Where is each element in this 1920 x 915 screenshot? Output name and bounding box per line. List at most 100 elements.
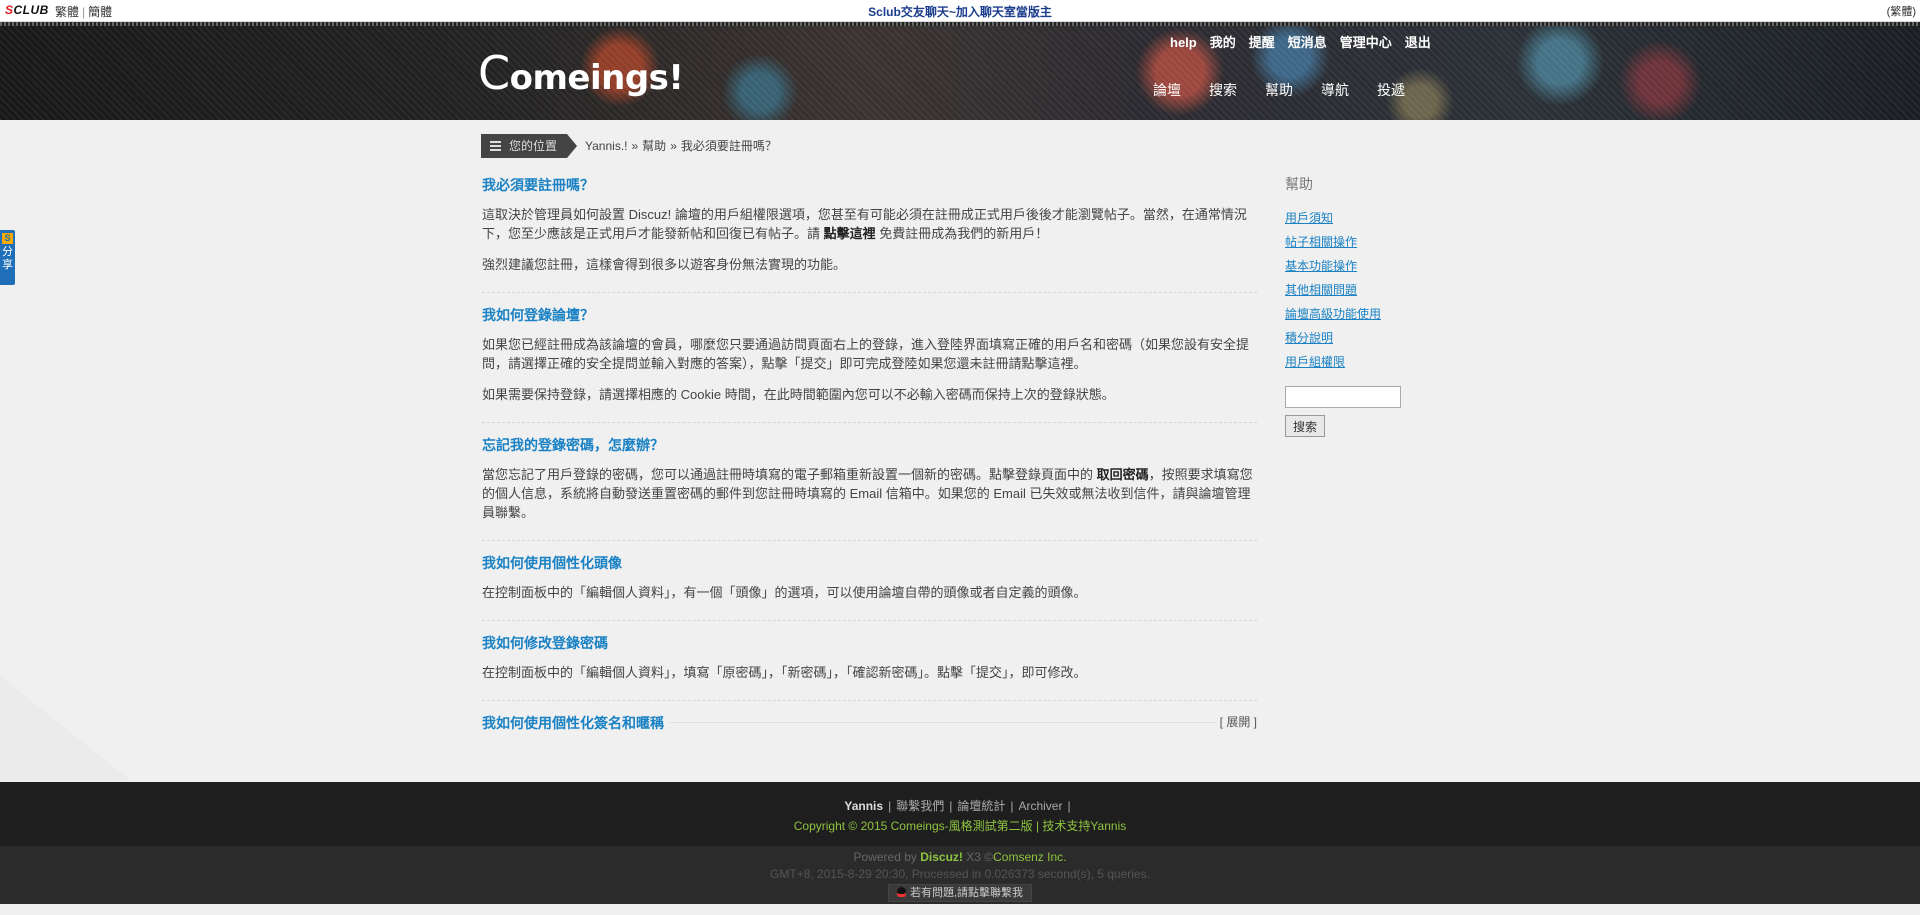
powered-prefix: Powered by (853, 850, 921, 864)
logo-text: omeings! (509, 58, 684, 98)
share-tab[interactable]: S 分享 (0, 230, 15, 285)
breadcrumb-home-link[interactable]: Yannis.! (585, 139, 627, 153)
list-icon (490, 141, 501, 151)
lang-separator: | (82, 5, 86, 19)
share-badge-icon: S (2, 233, 13, 244)
user-link-mine[interactable]: 我的 (1210, 35, 1236, 50)
sidebar-link-basic-functions[interactable]: 基本功能操作 (1285, 258, 1425, 274)
logo-prefix: S (5, 3, 14, 17)
user-link-reminders[interactable]: 提醒 (1249, 35, 1275, 50)
breadcrumb-separator: » (670, 139, 677, 153)
comsenz-link[interactable]: Comsenz Inc. (993, 850, 1066, 864)
faq-item: 我如何使用個性化頭像 在控制面板中的「編輯個人資料」，有一個「頭像」的選項，可以… (482, 553, 1257, 621)
sidebar-link-credits[interactable]: 積分說明 (1285, 330, 1425, 346)
sidebar-link-usergroup-permissions[interactable]: 用戶組權限 (1285, 354, 1425, 370)
faq-list: 我必須要註冊嗎？ 這取決於管理員如何設置 Discuz! 論壇的用戶組權限選項，… (482, 175, 1257, 761)
header-banner: Comeings! help 我的 提醒 短消息 管理中心 退出 論壇 搜索 幫助 導航 投遞 (0, 22, 1920, 120)
breadcrumb-label-text: 您的位置 (509, 139, 558, 153)
footer-archiver-link[interactable]: Archiver (1018, 799, 1062, 813)
user-link-admin-center[interactable]: 管理中心 (1340, 35, 1392, 50)
site-logo[interactable]: Comeings! (478, 46, 684, 100)
qq-penguin-icon (896, 887, 906, 897)
faq-item: 忘記我的登錄密碼，怎麼辦？ 當您忘記了用戶登錄的密碼，您可以通過註冊時填寫的電子… (482, 435, 1257, 541)
logo-initial: C (478, 46, 510, 100)
main-nav: 論壇 搜索 幫助 導航 投遞 (1153, 80, 1433, 100)
footer-links: Yannis | 聯繫我們 | 論壇統計 | Archiver | (0, 797, 1920, 814)
discuz-link[interactable]: Discuz! (920, 850, 963, 864)
lang-traditional-link[interactable]: 繁體 (55, 5, 79, 19)
powered-by: Powered by Discuz! X3 ©Comsenz Inc. (0, 850, 1920, 864)
register-link[interactable]: 點擊這裡 (824, 226, 876, 241)
processing-info: GMT+8, 2015-8-29 20:30, Processed in 0.0… (770, 867, 1150, 881)
footer-separator: | (1067, 799, 1071, 813)
faq-answer: 強烈建議您註冊，這樣會得到很多以遊客身份無法實現的功能。 (482, 257, 847, 272)
faq-item: 我如何登錄論壇？ 如果您已經註冊成為該論壇的會員，哪麼您只要通過訪問頁面右上的登… (482, 305, 1257, 423)
breadcrumb: 您的位置 Yannis.!» 幫助» 我必須要註冊嗎？ (481, 134, 777, 158)
footer-separator: | (949, 799, 953, 813)
faq-answer: 這取決於管理員如何設置 Discuz! 論壇的用戶組權限選項，您甚至有可能必須在… (482, 205, 1257, 243)
expand-button[interactable]: [ 展開 ] (1215, 713, 1257, 730)
sidebar-link-other-questions[interactable]: 其他相關問題 (1285, 282, 1425, 298)
footer-separator: | (1010, 799, 1014, 813)
faq-question[interactable]: 忘記我的登錄密碼，怎麼辦？ (482, 435, 1257, 455)
user-link-logout[interactable]: 退出 (1405, 35, 1431, 50)
faq-question[interactable]: 我如何修改登錄密碼 (482, 633, 1257, 653)
help-search-input[interactable] (1285, 386, 1401, 408)
faq-answer-text: 免費註冊成為我們的新用戶！ (875, 226, 1049, 241)
breadcrumb-separator: » (631, 139, 639, 153)
faq-question[interactable]: 我如何登錄論壇？ (482, 305, 1257, 325)
nav-guide[interactable]: 導航 (1321, 82, 1349, 98)
faq-answer: 在控制面板中的「編輯個人資料」，有一個「頭像」的選項，可以使用論壇自帶的頭像或者… (482, 585, 1087, 600)
breadcrumb-location-label: 您的位置 (481, 134, 578, 158)
faq-answer-text: 當您忘記了用戶登錄的密碼，您可以通過註冊時填寫的電子郵箱重新設置一個新的密碼。點… (482, 467, 1097, 482)
footer-stats-link[interactable]: 論壇統計 (957, 799, 1005, 813)
footer-separator: | (888, 799, 892, 813)
faq-item-collapsed: 我如何使用個性化簽名和暱稱 [ 展開 ] (482, 713, 1257, 749)
faq-question[interactable]: 我如何使用個性化頭像 (482, 553, 1257, 573)
top-bar: SCLUB 繁體 | 簡體 Sclub交友聊天~加入聊天室當版主 (繁體) (0, 0, 1920, 22)
sidebar-link-post-operations[interactable]: 帖子相關操作 (1285, 234, 1425, 250)
user-menu: help 我的 提醒 短消息 管理中心 退出 (1170, 32, 1444, 51)
sclub-logo[interactable]: SCLUB (5, 3, 49, 17)
banner-dotted-border (0, 22, 1920, 26)
powered-version: X3 © (962, 850, 994, 864)
logo-rest: CLUB (13, 3, 49, 17)
nav-forum[interactable]: 論壇 (1153, 82, 1181, 98)
faq-item: 我必須要註冊嗎？ 這取決於管理員如何設置 Discuz! 論壇的用戶組權限選項，… (482, 175, 1257, 293)
faq-item: 我如何修改登錄密碼 在控制面板中的「編輯個人資料」，填寫「原密碼」，「新密碼」，… (482, 633, 1257, 701)
user-link-help[interactable]: help (1170, 35, 1197, 50)
footer-site-link[interactable]: Yannis (844, 799, 883, 813)
faq-question[interactable]: 我如何使用個性化簽名和暱稱 (482, 713, 670, 733)
faq-answer: 當您忘記了用戶登錄的密碼，您可以通過註冊時填寫的電子郵箱重新設置一個新的密碼。點… (482, 465, 1257, 522)
top-notice: Sclub交友聊天~加入聊天室當版主 (0, 3, 1920, 20)
faq-question[interactable]: 我必須要註冊嗎？ (482, 175, 1257, 195)
footer-contact-link[interactable]: 聯繫我們 (896, 799, 944, 813)
share-label: 分享 (2, 246, 13, 271)
footer-bottom: Powered by Discuz! X3 ©Comsenz Inc. GMT+… (0, 846, 1920, 904)
user-link-messages[interactable]: 短消息 (1288, 35, 1327, 50)
footer-top: Yannis | 聯繫我們 | 論壇統計 | Archiver | Copyright © 2… (0, 782, 1920, 846)
nav-help[interactable]: 幫助 (1265, 82, 1293, 98)
top-notice-link[interactable]: Sclub交友聊天~加入聊天室當版主 (868, 5, 1052, 19)
nav-submit[interactable]: 投遞 (1377, 82, 1405, 98)
qq-contact-button[interactable]: 若有問題,請點擊聯繫我 (887, 884, 1033, 902)
faq-answer: 在控制面板中的「編輯個人資料」，填寫「原密碼」，「新密碼」，「確認新密碼」。點擊… (482, 665, 1087, 680)
breadcrumb-help-link[interactable]: 幫助 (642, 139, 666, 153)
faq-answer: 如果需要保持登錄，請選擇相應的 Cookie 時間，在此時間範圍內您可以不必輸入… (482, 387, 1115, 402)
language-switcher: 繁體 | 簡體 (55, 3, 112, 20)
help-search-button[interactable]: 搜索 (1285, 415, 1325, 437)
sidebar-link-user-notice[interactable]: 用戶須知 (1285, 210, 1425, 226)
sidebar-link-advanced-functions[interactable]: 論壇高級功能使用 (1285, 306, 1425, 322)
footer-copyright[interactable]: Copyright © 2015 Comeings-風格測試第二版 | 技术支持… (0, 817, 1920, 834)
top-right-label[interactable]: (繁體) (1887, 3, 1916, 19)
faq-answer: 如果您已經註冊成為該論壇的會員，哪麼您只要通過訪問頁面右上的登錄，進入登陸界面填… (482, 337, 1250, 371)
nav-search[interactable]: 搜索 (1209, 82, 1237, 98)
bottom-strip (0, 904, 1920, 915)
help-sidebar: 幫助 用戶須知 帖子相關操作 基本功能操作 其他相關問題 論壇高級功能使用 積分… (1285, 174, 1425, 437)
lang-simplified-link[interactable]: 簡體 (88, 5, 112, 19)
breadcrumb-current: 我必須要註冊嗎？ (680, 139, 777, 153)
sidebar-title: 幫助 (1285, 176, 1313, 192)
retrieve-password-link[interactable]: 取回密碼 (1097, 467, 1149, 482)
breadcrumb-path: Yannis.!» 幫助» 我必須要註冊嗎？ (585, 134, 777, 158)
qq-contact-label: 若有問題,請點擊聯繫我 (909, 887, 1024, 899)
